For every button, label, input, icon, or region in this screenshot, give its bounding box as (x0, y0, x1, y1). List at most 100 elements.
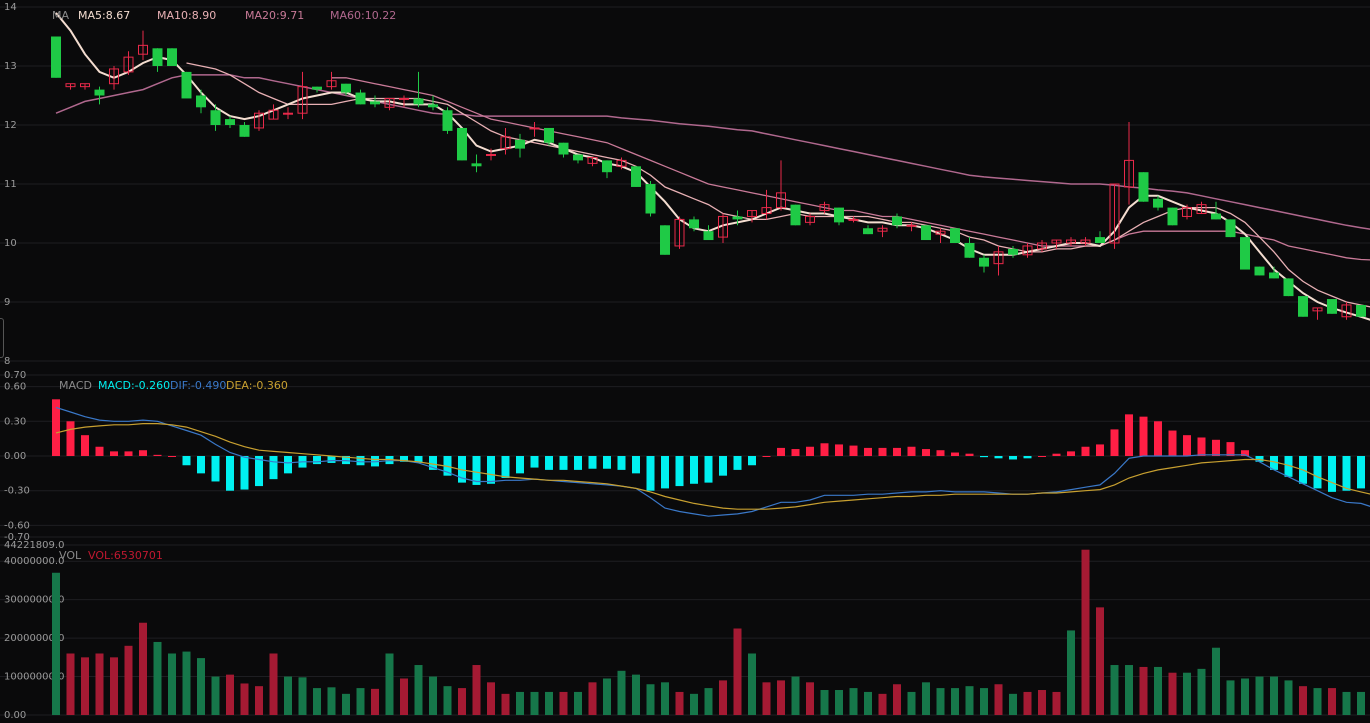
macd-bar (603, 456, 611, 469)
candle-body (1211, 213, 1221, 220)
volume-bar (139, 622, 147, 715)
volume-bar (762, 682, 771, 715)
candle-body (471, 163, 482, 167)
volume-bar (1241, 678, 1249, 715)
candle-body (486, 154, 496, 156)
volume-bar (443, 686, 452, 715)
candle-body (732, 216, 743, 220)
candle-body (892, 216, 902, 226)
candle-body (863, 228, 873, 235)
macd-bar (1139, 416, 1148, 456)
volume-legend: VOL VOL:6530701 (59, 549, 163, 562)
volume-bar (719, 680, 727, 715)
candle-body (442, 110, 453, 131)
volume-bar (1023, 691, 1032, 715)
volume-bar (777, 680, 785, 715)
macd-bar (748, 456, 756, 466)
volume-bar (951, 688, 959, 715)
candle-body (1356, 304, 1366, 317)
y-tick-label: 10 (4, 238, 17, 249)
y-tick-label: 44221809.0 (4, 540, 64, 551)
candle-body (283, 112, 293, 115)
candle-body (413, 98, 424, 105)
candle-body (645, 184, 656, 214)
volume-bar (1270, 676, 1278, 715)
candle-body (1008, 248, 1018, 255)
candle-body (602, 160, 612, 173)
macd-bar (240, 456, 249, 490)
macd-bar (936, 450, 945, 456)
volume-bar (226, 674, 234, 715)
ma10-legend: MA10:8.90 (157, 9, 216, 22)
macd-bar (733, 456, 742, 470)
volume-bar (1328, 688, 1336, 715)
candle-body (544, 127, 554, 143)
y-tick-label: 0.60 (4, 382, 26, 393)
volume-bar (1226, 680, 1235, 715)
candle-body (1225, 219, 1236, 238)
macd-bar (1328, 456, 1336, 492)
macd-bar (719, 456, 727, 476)
macd-bar (849, 445, 858, 456)
volume-bar (1067, 630, 1075, 715)
macd-bar (1052, 453, 1061, 456)
candle-body (181, 71, 192, 99)
volume-bar (632, 674, 640, 715)
volume-bar (675, 691, 684, 715)
macd-bar (356, 456, 365, 466)
volume-bar (487, 682, 495, 715)
macd-bar (66, 421, 75, 456)
volume-bar (1342, 691, 1351, 715)
panel-resize-handle[interactable] (0, 318, 4, 358)
macd-bar (588, 456, 597, 469)
volume-bar (1212, 647, 1220, 715)
volume-bar (356, 688, 365, 715)
macd-bar (922, 449, 930, 456)
volume-bar (168, 653, 176, 715)
macd-bar (574, 456, 582, 470)
y-tick-label: -0.60 (4, 520, 30, 531)
y-tick-label: 11 (4, 179, 17, 190)
macd-bar (197, 456, 205, 474)
macd-bar (632, 456, 640, 474)
candle-body (196, 95, 206, 108)
volume-bar (1255, 676, 1264, 715)
macd-bar (1110, 429, 1119, 456)
macd-bar (226, 456, 234, 491)
volume-bar (1052, 691, 1061, 715)
volume-bar (1139, 666, 1148, 715)
volume-bar (545, 691, 553, 715)
y-tick-label: -0.30 (4, 486, 30, 497)
volume-bar (936, 688, 945, 715)
macd-bar (211, 456, 220, 482)
volume-bar (501, 693, 510, 715)
volume-bar (994, 684, 1003, 715)
volume-bar (1038, 690, 1046, 715)
volume-bar (313, 688, 321, 715)
candle-body (167, 48, 177, 66)
volume-bar (661, 682, 669, 715)
volume-bar (1154, 666, 1162, 715)
macd-bar (487, 456, 495, 484)
price-legend-label: MA (52, 9, 69, 22)
macd-bar (1212, 439, 1220, 456)
y-tick-label: 12 (4, 120, 17, 131)
volume-bar (255, 686, 263, 715)
macd-bar (81, 435, 89, 456)
volume-bar (646, 684, 655, 715)
candle-body (1269, 272, 1279, 279)
volume-bar (1009, 693, 1017, 715)
macd-bar (182, 456, 191, 466)
candle-body (370, 101, 380, 105)
volume-bar (1125, 665, 1133, 715)
volume-bar (516, 691, 524, 715)
candle-body (790, 204, 801, 226)
macd-bar (878, 447, 887, 456)
macd-bar (951, 452, 959, 456)
macd-bar (806, 446, 814, 456)
candle-body (573, 154, 583, 161)
macd-bar (284, 456, 292, 474)
volume-bar (153, 641, 162, 715)
macd-bar (559, 456, 568, 470)
ma5-legend: MA5:8.67 (78, 9, 130, 22)
